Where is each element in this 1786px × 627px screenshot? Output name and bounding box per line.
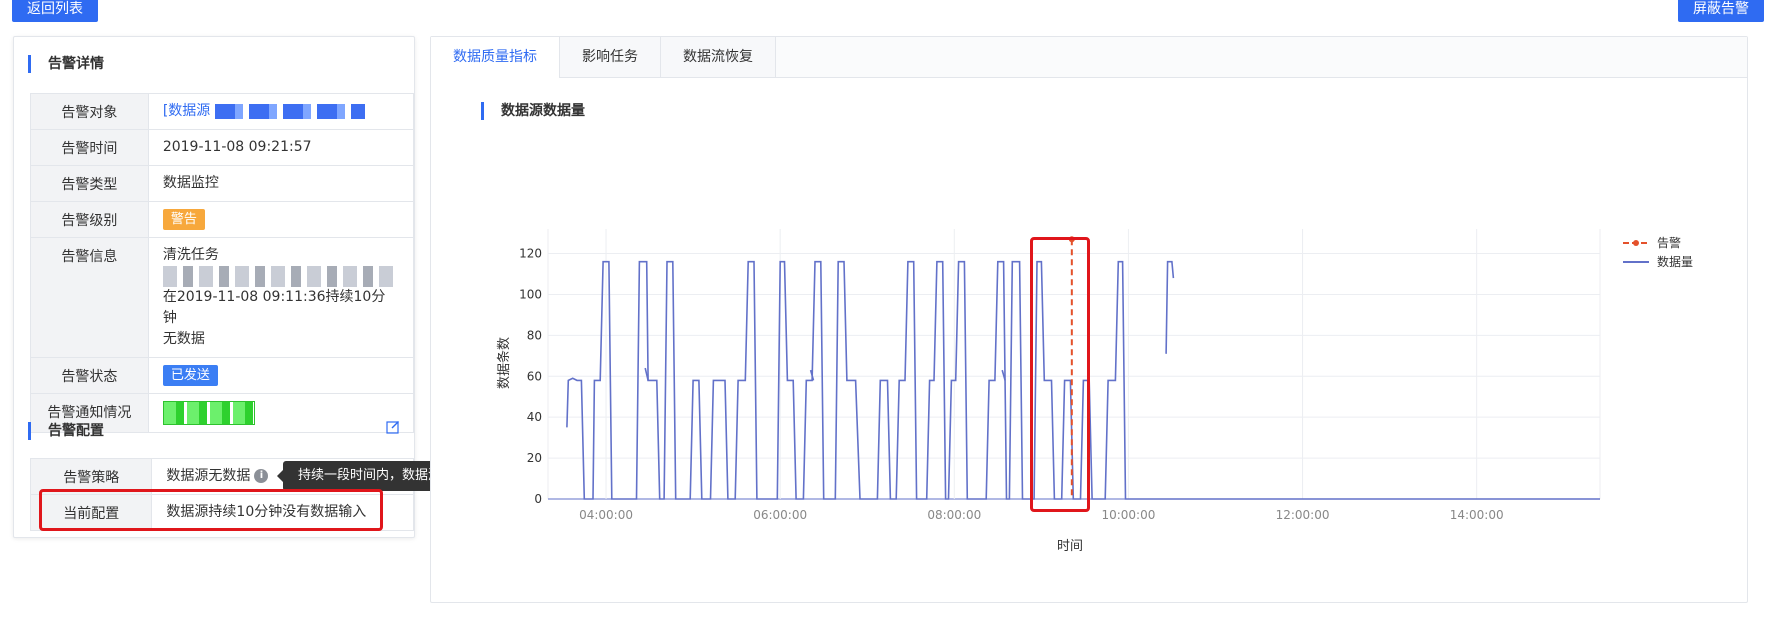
type-label: 告警类型 bbox=[30, 165, 149, 202]
level-label: 告警级别 bbox=[30, 201, 149, 238]
back-to-list-button[interactable]: 返回列表 bbox=[12, 0, 98, 22]
alarm-config-title: 告警配置 bbox=[28, 422, 104, 440]
status-label: 告警状态 bbox=[30, 357, 149, 394]
level-badge: 警告 bbox=[162, 209, 205, 230]
highlight-box-current-config bbox=[39, 489, 383, 531]
masked-notify bbox=[162, 401, 255, 425]
target-value[interactable]: [数据源 bbox=[147, 93, 415, 130]
type-value: 数据监控 bbox=[147, 165, 415, 202]
highlight-box-alarm-point bbox=[1030, 237, 1090, 512]
table-row: 告警时间 2019-11-08 09:21:57 bbox=[30, 129, 415, 166]
alarm-detail-table: 告警对象 [数据源 告警时间 2019-11-08 09:21:57 告警类型 … bbox=[30, 93, 415, 433]
metrics-tabs: 数据质量指标 影响任务 数据流恢复 bbox=[431, 37, 1747, 78]
info-line-4: 无数据 bbox=[162, 331, 205, 347]
masked-text bbox=[214, 103, 365, 119]
info-line-3: 在2019-11-08 09:11:36持续10分钟 bbox=[162, 289, 386, 326]
strategy-value: 数据源无数据 bbox=[166, 468, 251, 484]
status-badge: 已发送 bbox=[162, 365, 218, 386]
chart-section-title: 数据源数据量 bbox=[481, 102, 585, 120]
table-row: 告警级别 警告 bbox=[30, 201, 415, 238]
target-link[interactable]: [数据源 bbox=[163, 103, 210, 119]
table-row: 告警对象 [数据源 bbox=[30, 93, 415, 130]
tab-affected-tasks[interactable]: 影响任务 bbox=[560, 37, 661, 77]
shield-alarm-button[interactable]: 屏蔽告警 bbox=[1678, 0, 1764, 22]
info-label: 告警信息 bbox=[30, 237, 149, 358]
info-line-1: 清洗任务 bbox=[162, 247, 219, 263]
time-label: 告警时间 bbox=[30, 129, 149, 166]
target-label: 告警对象 bbox=[30, 93, 149, 130]
tab-dataflow-recovery[interactable]: 数据流恢复 bbox=[661, 37, 776, 77]
time-value: 2019-11-08 09:21:57 bbox=[147, 129, 415, 166]
edit-icon[interactable] bbox=[386, 420, 400, 434]
masked-text bbox=[162, 266, 399, 287]
info-icon[interactable]: i bbox=[254, 469, 269, 483]
alarm-detail-title: 告警详情 bbox=[28, 55, 104, 73]
table-row: 告警信息 清洗任务 在2019-11-08 09:11:36持续10分钟 无数据 bbox=[30, 237, 415, 358]
table-row: 告警状态 已发送 bbox=[30, 357, 415, 394]
tab-data-quality[interactable]: 数据质量指标 bbox=[431, 37, 560, 78]
table-row: 告警类型 数据监控 bbox=[30, 165, 415, 202]
